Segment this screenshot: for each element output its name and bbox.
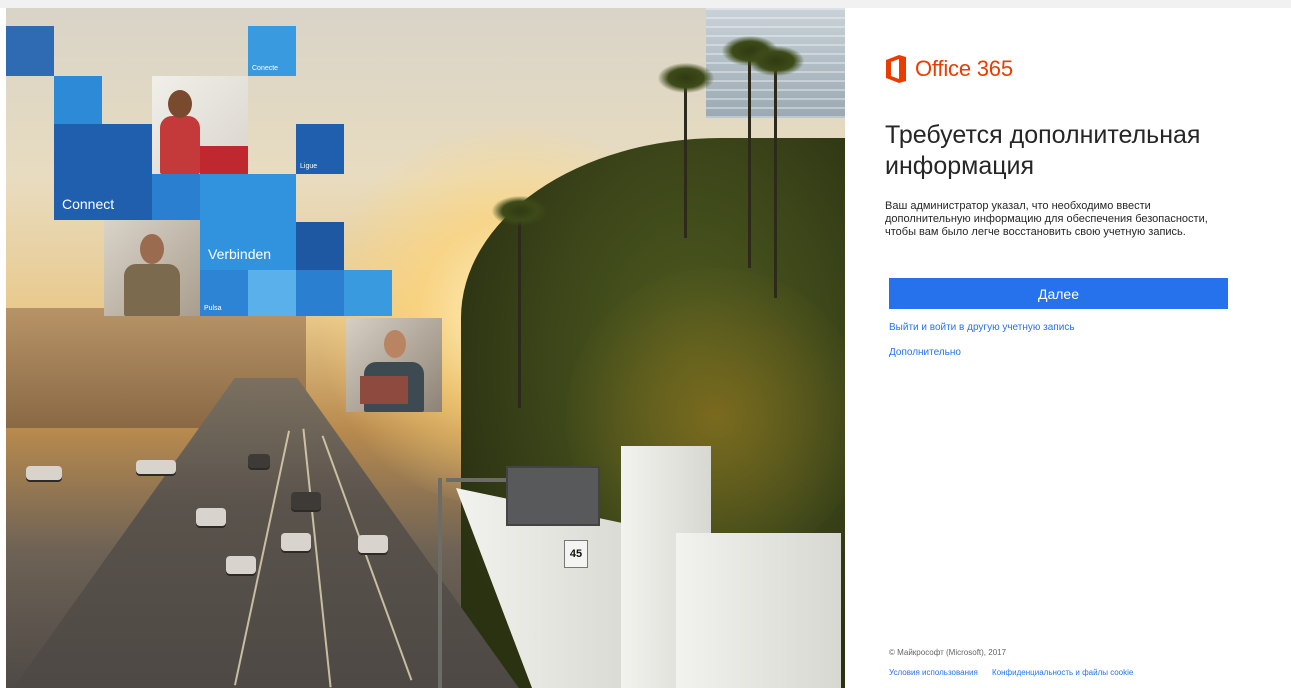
mosaic-tile — [152, 174, 200, 220]
person-photo-tile — [104, 220, 200, 316]
mosaic-tile — [296, 222, 344, 270]
mosaic-tile — [248, 270, 296, 316]
next-button[interactable]: Далее — [889, 278, 1228, 309]
mosaic-tile-ligue: Ligue — [296, 124, 344, 174]
palm-tree-trunk — [774, 58, 777, 298]
logo-text: Office 365 — [915, 56, 1013, 81]
car — [358, 535, 388, 553]
office-logo-icon — [886, 55, 906, 83]
footer-links: Условия использования Конфиденциальность… — [889, 667, 1209, 679]
palm-tree-crown — [658, 63, 714, 93]
copyright-text: © Майкрософт (Microsoft), 2017 — [889, 648, 1007, 657]
hero-background-image: 45 Connect Verbinden Conecte Ligue Pulsa — [6, 8, 845, 688]
tile-label: Conecte — [252, 65, 279, 72]
switch-account-link[interactable]: Выйти и войти в другую учетную запись — [889, 322, 1075, 333]
mosaic-tile — [344, 270, 392, 316]
privacy-link[interactable]: Конфиденциальность и файлы cookie — [992, 668, 1133, 677]
car — [196, 508, 226, 526]
palm-tree-trunk — [684, 78, 687, 238]
info-description: Ваш администратор указал, что необходимо… — [885, 200, 1208, 238]
tile-label: Pulsa — [204, 305, 222, 312]
mosaic-tile — [54, 76, 102, 124]
sign-pole — [438, 478, 442, 688]
palm-tree-crown — [492, 196, 548, 226]
mosaic-tile-connect: Connect — [54, 124, 152, 220]
palm-tree-trunk — [748, 48, 751, 268]
palm-tree-crown — [748, 46, 804, 76]
car — [26, 466, 62, 480]
concrete-wall — [676, 533, 841, 688]
terms-link[interactable]: Условия использования — [889, 668, 978, 677]
car — [226, 556, 256, 574]
mosaic-tile — [6, 26, 54, 76]
car — [136, 460, 176, 474]
mosaic-tile-pulsa: Pulsa — [200, 270, 248, 316]
car — [281, 533, 311, 551]
car — [248, 454, 270, 468]
person-photo-tile — [346, 318, 442, 412]
office-365-logo: Office 365 — [885, 52, 1013, 86]
tile-label: Ligue — [300, 163, 318, 170]
palm-tree-trunk — [518, 208, 521, 408]
person-photo-tile — [152, 76, 248, 174]
more-info-link[interactable]: Дополнительно — [889, 347, 961, 358]
mosaic-tile-conecte: Conecte — [248, 26, 296, 76]
speed-limit-sign: 45 — [564, 540, 588, 568]
page-title: Требуется дополнительная информация — [885, 121, 1201, 180]
tile-label: Connect — [62, 196, 115, 212]
highway-sign — [506, 466, 600, 526]
top-border — [0, 0, 1291, 8]
mosaic-tile — [296, 270, 344, 316]
tile-label: Verbinden — [208, 246, 272, 262]
sign-in-panel: Office 365 Требуется дополнительная инфо… — [845, 8, 1291, 688]
car — [291, 492, 321, 510]
mosaic-tile-verbinden: Verbinden — [200, 174, 296, 270]
